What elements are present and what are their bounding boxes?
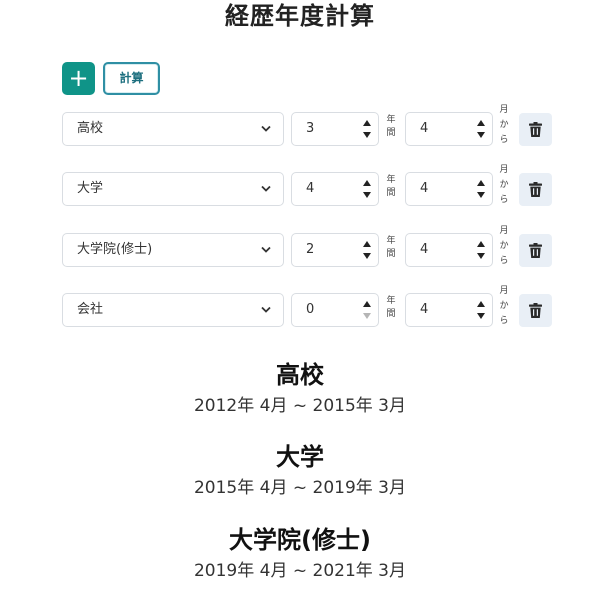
years-value: 3 (306, 121, 315, 136)
spinner-arrows-icon[interactable] (362, 298, 372, 322)
start-month-input[interactable]: 4 (405, 112, 493, 146)
result-block: 大学 2015年 4月 ~ 2019年 3月 (0, 442, 600, 500)
career-type-value: 大学 (77, 181, 104, 196)
chevron-down-icon (261, 306, 271, 313)
start-month-value: 4 (420, 302, 429, 317)
trash-icon (529, 122, 542, 137)
delete-row-button[interactable] (519, 113, 552, 146)
spinner-arrows-icon[interactable] (476, 298, 486, 322)
result-range: 2015年 4月 ~ 2019年 3月 (193, 478, 407, 498)
result-name: 大学院(修士) (229, 526, 371, 554)
career-row: 大学院(修士) 2 年間 4 月から (62, 226, 557, 267)
spinner-arrows-icon[interactable] (476, 117, 486, 141)
delete-row-button[interactable] (519, 173, 552, 206)
years-input[interactable]: 4 (291, 172, 379, 206)
chevron-down-icon (261, 125, 271, 132)
spinner-arrows-icon[interactable] (476, 238, 486, 262)
result-range: 2019年 4月 ~ 2021年 3月 (193, 561, 407, 581)
spinner-arrows-icon[interactable] (476, 177, 486, 201)
plus-icon: + (68, 64, 89, 92)
career-type-value: 大学院(修士) (77, 242, 153, 257)
month-unit-label: 月から (499, 226, 509, 266)
chevron-down-icon (261, 185, 271, 192)
month-unit-label: 月から (499, 165, 509, 205)
years-unit-label: 年間 (386, 236, 396, 259)
calculate-button[interactable]: 計算 (103, 62, 160, 95)
trash-icon (529, 182, 542, 197)
career-row: 高校 3 年間 4 月から (62, 105, 557, 146)
result-name: 大学 (276, 443, 324, 471)
result-block: 大学院(修士) 2019年 4月 ~ 2021年 3月 (0, 525, 600, 583)
spinner-arrows-icon[interactable] (362, 117, 372, 141)
delete-row-button[interactable] (519, 294, 552, 327)
month-unit-label: 月から (499, 286, 509, 326)
add-row-button[interactable]: + (62, 62, 95, 95)
years-unit-label: 年間 (386, 296, 396, 319)
career-row: 会社 0 年間 4 月から (62, 286, 557, 327)
years-value: 2 (306, 242, 315, 257)
chevron-down-icon (261, 246, 271, 253)
start-month-value: 4 (420, 121, 429, 136)
career-type-select[interactable]: 会社 (62, 293, 284, 327)
start-month-input[interactable]: 4 (405, 172, 493, 206)
years-input[interactable]: 3 (291, 112, 379, 146)
trash-icon (529, 303, 542, 318)
years-input[interactable]: 0 (291, 293, 379, 327)
career-type-value: 高校 (77, 121, 104, 136)
years-input[interactable]: 2 (291, 233, 379, 267)
page-title: 経歴年度計算 (225, 2, 375, 30)
years-value: 0 (306, 302, 315, 317)
start-month-input[interactable]: 4 (405, 233, 493, 267)
spinner-arrows-icon[interactable] (362, 177, 372, 201)
result-range: 2012年 4月 ~ 2015年 3月 (193, 396, 407, 416)
career-type-select[interactable]: 大学 (62, 172, 284, 206)
years-unit-label: 年間 (386, 175, 396, 198)
delete-row-button[interactable] (519, 234, 552, 267)
career-row: 大学 4 年間 4 月から (62, 165, 557, 206)
years-unit-label: 年間 (386, 115, 396, 138)
result-block: 高校 2012年 4月 ~ 2015年 3月 (0, 360, 600, 418)
month-unit-label: 月から (499, 105, 509, 145)
result-name: 高校 (276, 361, 324, 389)
career-type-select[interactable]: 高校 (62, 112, 284, 146)
years-value: 4 (306, 181, 315, 196)
start-month-value: 4 (420, 242, 429, 257)
career-type-value: 会社 (77, 302, 104, 317)
spinner-arrows-icon[interactable] (362, 238, 372, 262)
career-type-select[interactable]: 大学院(修士) (62, 233, 284, 267)
start-month-value: 4 (420, 181, 429, 196)
trash-icon (529, 243, 542, 258)
start-month-input[interactable]: 4 (405, 293, 493, 327)
